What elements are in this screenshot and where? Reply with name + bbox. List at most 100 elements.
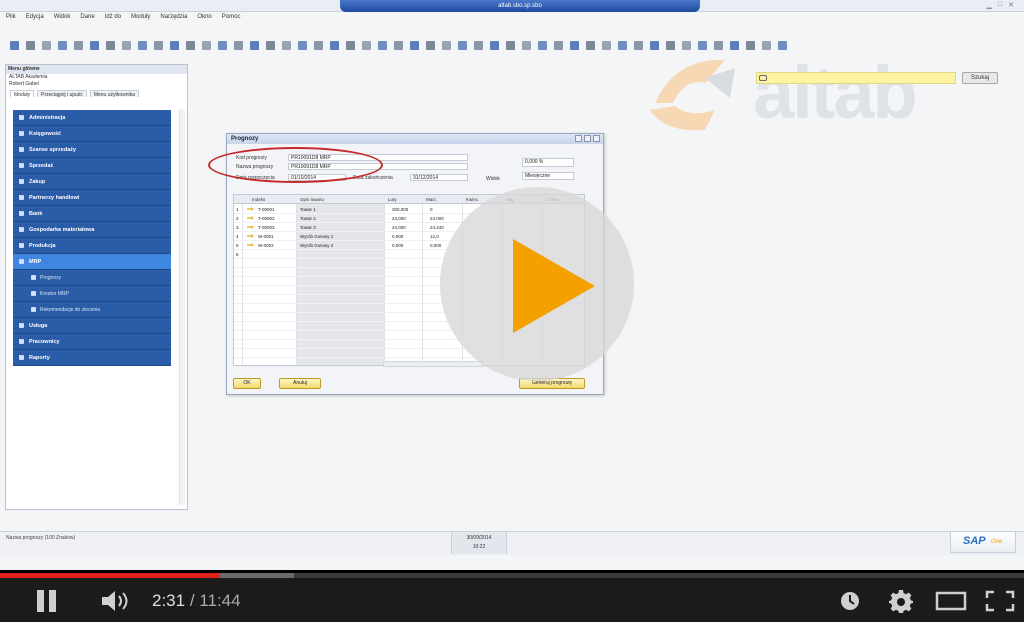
watch-later-icon[interactable] [838, 589, 862, 613]
cell-v1[interactable]: 0,000 [392, 243, 403, 248]
tab-moduly[interactable]: Moduły [10, 90, 35, 98]
toolbar-button-icon[interactable] [202, 41, 211, 50]
theater-mode-icon[interactable] [934, 589, 968, 613]
cell-n[interactable]: 1 [236, 207, 239, 212]
toolbar-button-icon[interactable] [218, 41, 227, 50]
link-arrow-icon[interactable] [247, 225, 254, 229]
play-icon[interactable] [513, 239, 595, 333]
cell-desc[interactable]: Wyrób Gotowy 1 [300, 234, 333, 239]
menu-narzedzia[interactable]: Narzędzia [160, 14, 187, 26]
cell-code[interactable]: T-00001 [258, 207, 275, 212]
toolbar-button-icon[interactable] [570, 41, 579, 50]
toolbar-button-icon[interactable] [410, 41, 419, 50]
link-arrow-icon[interactable] [247, 216, 254, 220]
minimize-icon[interactable]: ▁ [987, 1, 992, 9]
data-zakonczenia-field[interactable]: 31/12/2014 [410, 174, 468, 181]
main-menu-item[interactable]: Partnerzy handlowi [13, 190, 171, 206]
toolbar-button-icon[interactable] [522, 41, 531, 50]
toolbar-button-icon[interactable] [74, 41, 83, 50]
toolbar-button-icon[interactable] [330, 41, 339, 50]
cell-v2[interactable]: 12,0 [430, 234, 439, 239]
cell-n[interactable]: 4 [236, 234, 239, 239]
toolbar-button-icon[interactable] [58, 41, 67, 50]
menu-edycja[interactable]: Edycja [26, 14, 44, 26]
search-button[interactable]: Szukaj [962, 72, 998, 84]
main-menu-item[interactable]: Usługa [13, 318, 171, 334]
tab-przeciagnij[interactable]: Przeciągnij i upuść [37, 90, 87, 98]
toolbar-button-icon[interactable] [186, 41, 195, 50]
col-marz[interactable]: Marz. [426, 197, 437, 202]
main-menu-item[interactable]: MRP [13, 254, 171, 270]
link-arrow-icon[interactable] [247, 243, 254, 247]
cell-n[interactable]: 5 [236, 243, 239, 248]
main-menu-item[interactable]: Sprzedaż [13, 158, 171, 174]
toolbar-button-icon[interactable] [154, 41, 163, 50]
toolbar-button-icon[interactable] [266, 41, 275, 50]
toolbar-button-icon[interactable] [602, 41, 611, 50]
percent-field[interactable]: 0,000 % [522, 158, 574, 167]
toolbar-button-icon[interactable] [618, 41, 627, 50]
widok-select[interactable]: Miesięczne [522, 172, 574, 180]
toolbar-button-icon[interactable] [26, 41, 35, 50]
toolbar-button-icon[interactable] [90, 41, 99, 50]
toolbar-button-icon[interactable] [394, 41, 403, 50]
cell-desc[interactable]: Towar 3 [300, 225, 316, 230]
cell-v1[interactable]: 200,000 [392, 207, 408, 212]
col-indeks[interactable]: Indeks [252, 197, 265, 202]
maximize-icon[interactable]: □ [998, 1, 1002, 9]
toolbar-button-icon[interactable] [554, 41, 563, 50]
toolbar-button-icon[interactable] [362, 41, 371, 50]
cell-desc[interactable]: Wyrób Gotowy 2 [300, 243, 333, 248]
col-luty[interactable]: Luty [388, 197, 397, 202]
main-menu-item[interactable]: Gospodarka materiałowa [13, 222, 171, 238]
toolbar-button-icon[interactable] [234, 41, 243, 50]
toolbar-button-icon[interactable] [10, 41, 19, 50]
toolbar-button-icon[interactable] [538, 41, 547, 50]
cell-v2[interactable]: 24,000 [430, 216, 444, 221]
link-arrow-icon[interactable] [247, 234, 254, 238]
menu-widok[interactable]: Widok [54, 14, 71, 26]
main-menu-item[interactable]: Raporty [13, 350, 171, 366]
cell-code[interactable]: W-0002 [258, 243, 274, 248]
toolbar-button-icon[interactable] [378, 41, 387, 50]
toolbar-button-icon[interactable] [442, 41, 451, 50]
fullscreen-icon[interactable] [984, 589, 1016, 613]
toolbar-button-icon[interactable] [586, 41, 595, 50]
toolbar-button-icon[interactable] [170, 41, 179, 50]
dialog-maximize-icon[interactable] [584, 135, 591, 142]
cell-n[interactable]: 6 [236, 252, 239, 257]
dialog-minimize-icon[interactable] [575, 135, 582, 142]
toolbar-button-icon[interactable] [474, 41, 483, 50]
col-opis[interactable]: Opis towaru [300, 197, 324, 202]
cell-code[interactable]: T-00003 [258, 225, 275, 230]
pause-button[interactable] [36, 590, 58, 612]
main-menu-subitem[interactable]: Kreator MRP [13, 286, 171, 302]
cell-desc[interactable]: Towar 1 [300, 207, 316, 212]
menu-pomoc[interactable]: Pomoc [222, 14, 241, 26]
close-icon[interactable]: ✕ [1008, 1, 1014, 9]
cell-desc[interactable]: Towar 2 [300, 216, 316, 221]
link-arrow-icon[interactable] [247, 207, 254, 211]
toolbar-button-icon[interactable] [106, 41, 115, 50]
main-menu-subitem[interactable]: Prognozy [13, 270, 171, 286]
cell-n[interactable]: 3 [236, 225, 239, 230]
toolbar-button-icon[interactable] [250, 41, 259, 50]
dialog-close-icon[interactable] [593, 135, 600, 142]
toolbar-button-icon[interactable] [42, 41, 51, 50]
toolbar-button-icon[interactable] [122, 41, 131, 50]
tab-menu-uzytkownika[interactable]: Menu użytkownika [89, 90, 139, 98]
toolbar-button-icon[interactable] [490, 41, 499, 50]
settings-gear-icon[interactable] [888, 589, 914, 613]
cancel-button[interactable]: Anuluj [279, 378, 321, 389]
toolbar-button-icon[interactable] [426, 41, 435, 50]
cell-v1[interactable]: 0,000 [392, 234, 403, 239]
cell-v1[interactable]: 24,000 [392, 225, 406, 230]
video-frame[interactable]: altab.sbo.sp.sbo ▁ □ ✕ Plik Edycja Widok… [0, 0, 1024, 570]
main-menu-scrollbar[interactable] [179, 109, 185, 505]
cell-v2[interactable]: 0,000 [430, 243, 441, 248]
grid-scrollbar[interactable] [383, 361, 483, 367]
main-menu-item[interactable]: Bank [13, 206, 171, 222]
menu-dane[interactable]: Dane [80, 14, 94, 26]
toolbar-button-icon[interactable] [506, 41, 515, 50]
menu-moduly[interactable]: Moduły [131, 14, 150, 26]
